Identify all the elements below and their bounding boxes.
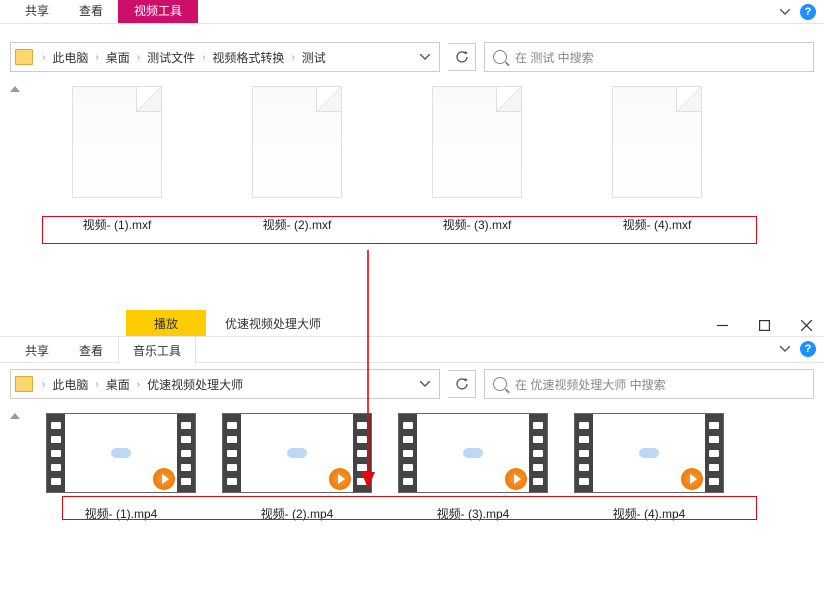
chevron-right-icon: › xyxy=(199,52,208,63)
chevron-right-icon: › xyxy=(134,52,143,63)
help-icon[interactable]: ? xyxy=(800,341,816,357)
ribbon-collapse-button[interactable] xyxy=(776,3,794,21)
search-placeholder: 在 优速视频处理大师 中搜索 xyxy=(515,376,666,393)
breadcrumb-item[interactable]: 优速视频处理大师 xyxy=(143,376,247,393)
window-title: 优速视频处理大师 xyxy=(206,310,340,336)
search-placeholder: 在 测试 中搜索 xyxy=(515,49,594,66)
tab-context-play[interactable]: 播放 xyxy=(126,310,206,336)
maximize-button[interactable] xyxy=(752,315,776,335)
tab-share[interactable]: 共享 xyxy=(10,0,64,23)
document-icon xyxy=(72,86,162,198)
file-name: 视频- (1).mxf xyxy=(83,212,152,233)
refresh-button[interactable] xyxy=(448,370,476,398)
explorer-window-dest: 播放 优速视频处理大师 共享 查看 音乐工具 ? › 此电脑 › 桌面 › 优速… xyxy=(0,313,824,591)
file-grid: 视频- (1).mp4 视频- (2).mp4 xyxy=(30,405,824,530)
file-item[interactable]: 视频- (4).mxf xyxy=(582,86,732,233)
breadcrumb-item[interactable]: 此电脑 xyxy=(48,49,92,66)
file-name: 视频- (3).mxf xyxy=(443,212,512,233)
file-item[interactable]: 视频- (2).mxf xyxy=(222,86,372,233)
address-row: › 此电脑 › 桌面 › 优速视频处理大师 在 优速视频处理大师 中搜索 xyxy=(0,363,824,405)
chevron-right-icon: › xyxy=(92,379,101,390)
breadcrumb-item[interactable]: 测试 xyxy=(298,49,330,66)
address-dropdown-button[interactable] xyxy=(413,43,435,71)
refresh-button[interactable] xyxy=(448,43,476,71)
breadcrumb-item[interactable]: 桌面 xyxy=(102,49,134,66)
file-item[interactable]: 视频- (3).mp4 xyxy=(394,413,552,522)
file-name: 视频- (4).mxf xyxy=(623,212,692,233)
chevron-right-icon: › xyxy=(288,52,297,63)
file-name: 视频- (2).mp4 xyxy=(261,501,334,522)
content-pane: 视频- (1).mp4 视频- (2).mp4 xyxy=(0,405,824,530)
file-name: 视频- (4).mp4 xyxy=(613,501,686,522)
tab-view[interactable]: 查看 xyxy=(64,0,118,23)
breadcrumb-item[interactable]: 视频格式转换 xyxy=(208,49,288,66)
chevron-right-icon: › xyxy=(134,379,143,390)
breadcrumb-item[interactable]: 桌面 xyxy=(102,376,134,393)
minimize-button[interactable] xyxy=(710,315,734,335)
video-thumbnail-icon xyxy=(398,413,548,493)
breadcrumb-item[interactable]: 此电脑 xyxy=(48,376,92,393)
address-row: › 此电脑 › 桌面 › 测试文件 › 视频格式转换 › 测试 在 测试 中搜索 xyxy=(0,36,824,78)
play-icon xyxy=(329,468,351,490)
close-button[interactable] xyxy=(794,315,818,335)
scroll-up-button[interactable] xyxy=(0,78,30,278)
search-icon xyxy=(493,377,507,391)
ribbon-tab-row: 共享 查看 视频工具 ? xyxy=(0,0,824,24)
explorer-window-source: 共享 查看 视频工具 ? › 此电脑 › 桌面 › 测试文件 › 视频格式转换 … xyxy=(0,0,824,290)
document-icon xyxy=(252,86,342,198)
video-thumbnail-icon xyxy=(574,413,724,493)
tab-context-video[interactable]: 视频工具 xyxy=(118,0,198,23)
video-thumbnail-icon xyxy=(46,413,196,493)
file-item[interactable]: 视频- (1).mxf xyxy=(42,86,192,233)
help-icon[interactable]: ? xyxy=(800,4,816,20)
play-icon xyxy=(681,468,703,490)
folder-icon xyxy=(15,376,33,392)
file-grid: 视频- (1).mxf 视频- (2).mxf 视频- (3).mxf 视频- … xyxy=(30,78,824,278)
file-item[interactable]: 视频- (1).mp4 xyxy=(42,413,200,522)
play-icon xyxy=(505,468,527,490)
search-input[interactable]: 在 测试 中搜索 xyxy=(484,42,814,72)
video-thumbnail-icon xyxy=(222,413,372,493)
document-icon xyxy=(612,86,702,198)
file-item[interactable]: 视频- (2).mp4 xyxy=(218,413,376,522)
tab-context-music-tools[interactable]: 音乐工具 xyxy=(118,337,196,365)
content-pane: 视频- (1).mxf 视频- (2).mxf 视频- (3).mxf 视频- … xyxy=(0,78,824,278)
play-icon xyxy=(153,468,175,490)
tab-view[interactable]: 查看 xyxy=(64,336,118,364)
ribbon-tab-row-top: 播放 优速视频处理大师 xyxy=(0,313,824,337)
search-input[interactable]: 在 优速视频处理大师 中搜索 xyxy=(484,369,814,399)
ribbon-tab-row: 共享 查看 音乐工具 ? xyxy=(0,337,824,363)
address-bar[interactable]: › 此电脑 › 桌面 › 测试文件 › 视频格式转换 › 测试 xyxy=(10,42,440,72)
scroll-up-button[interactable] xyxy=(0,405,30,530)
ribbon-collapse-button[interactable] xyxy=(776,340,794,358)
tab-share[interactable]: 共享 xyxy=(10,336,64,364)
file-item[interactable]: 视频- (4).mp4 xyxy=(570,413,728,522)
chevron-right-icon: › xyxy=(39,52,48,63)
file-name: 视频- (2).mxf xyxy=(263,212,332,233)
file-name: 视频- (1).mp4 xyxy=(85,501,158,522)
folder-icon xyxy=(15,49,33,65)
file-item[interactable]: 视频- (3).mxf xyxy=(402,86,552,233)
file-name: 视频- (3).mp4 xyxy=(437,501,510,522)
document-icon xyxy=(432,86,522,198)
breadcrumb-item[interactable]: 测试文件 xyxy=(143,49,199,66)
address-dropdown-button[interactable] xyxy=(413,370,435,398)
chevron-right-icon: › xyxy=(92,52,101,63)
address-bar[interactable]: › 此电脑 › 桌面 › 优速视频处理大师 xyxy=(10,369,440,399)
chevron-right-icon: › xyxy=(39,379,48,390)
search-icon xyxy=(493,50,507,64)
